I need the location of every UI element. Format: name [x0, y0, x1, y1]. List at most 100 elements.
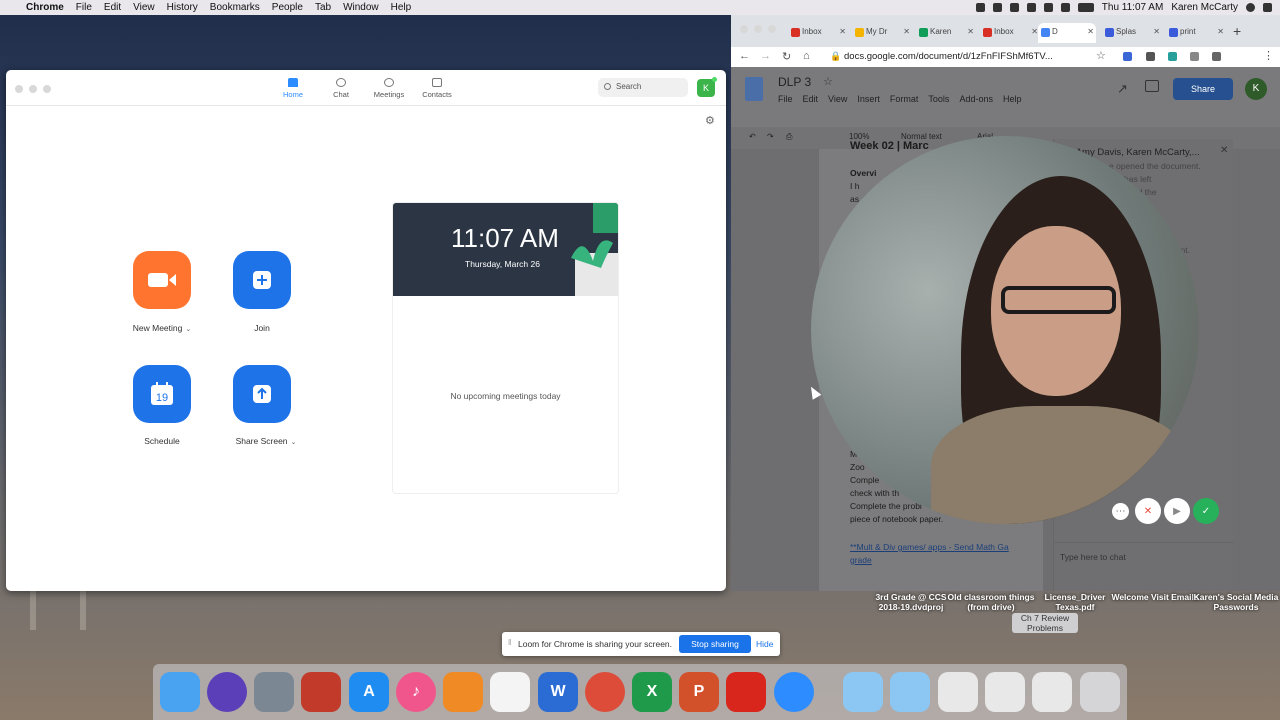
trash-icon[interactable] [1080, 672, 1120, 712]
tab-meetings[interactable]: Meetings [365, 78, 413, 99]
close-icon[interactable]: ✕ [1031, 27, 1038, 36]
maximize-window-button[interactable] [43, 85, 51, 93]
cancel-recording-button[interactable]: ✕ [1135, 498, 1161, 524]
status-icon[interactable] [992, 3, 1002, 12]
docs-menu-addons[interactable]: Add-ons [959, 94, 993, 104]
docs-menu-tools[interactable]: Tools [928, 94, 949, 104]
close-icon[interactable]: ✕ [903, 27, 910, 36]
tab-contacts[interactable]: Contacts [413, 78, 461, 99]
forward-icon[interactable]: → [760, 50, 771, 62]
menu-view[interactable]: View [133, 2, 155, 13]
menu-help[interactable]: Help [391, 2, 412, 13]
docs-logo-icon[interactable] [745, 77, 763, 101]
chat-input[interactable]: Type here to chat [1054, 542, 1234, 572]
docs-menu-view[interactable]: View [828, 94, 847, 104]
tab-home[interactable]: Home [269, 78, 317, 99]
share-button[interactable]: Share [1173, 78, 1233, 100]
microphone-icon[interactable] [975, 3, 985, 12]
battery-icon[interactable] [1077, 3, 1094, 12]
excel-icon[interactable]: X [632, 672, 672, 712]
chrome-icon[interactable] [585, 672, 625, 712]
menu-user[interactable]: Karen McCarty [1171, 2, 1238, 13]
photo-booth-icon[interactable] [301, 672, 341, 712]
extension-icon[interactable] [1123, 52, 1132, 61]
share-screen-button[interactable] [233, 365, 291, 423]
close-icon[interactable]: ✕ [1220, 145, 1228, 156]
schedule-button[interactable]: 19 [133, 365, 191, 423]
star-icon[interactable]: ☆ [1096, 49, 1106, 62]
new-tab-button[interactable]: + [1233, 23, 1241, 39]
new-meeting-button[interactable] [133, 251, 191, 309]
browser-tab[interactable]: Splas ✕ [1102, 23, 1162, 43]
webcam-bubble[interactable] [811, 136, 1199, 524]
file-icon[interactable] [985, 672, 1025, 712]
chevron-down-icon[interactable]: ⌄ [291, 439, 297, 446]
document-title[interactable]: DLP 3 [778, 75, 811, 89]
redo-icon[interactable]: ↷ [767, 132, 774, 141]
close-icon[interactable]: ✕ [1087, 27, 1094, 36]
browser-tab[interactable]: print ✕ [1166, 23, 1226, 43]
docs-menu-edit[interactable]: Edit [803, 94, 819, 104]
wifi-icon[interactable] [1060, 3, 1070, 12]
close-icon[interactable]: ✕ [967, 27, 974, 36]
close-window-button[interactable] [740, 25, 748, 33]
browser-tab[interactable]: Inbox ✕ [788, 23, 848, 43]
desktop-file[interactable]: Ch 7 Review Problems [1012, 613, 1078, 633]
extension-icon[interactable] [1212, 52, 1221, 61]
reload-icon[interactable]: ↻ [782, 50, 791, 63]
close-icon[interactable]: ✕ [1217, 27, 1224, 36]
desktop-file[interactable]: Welcome Visit Emails [1110, 592, 1200, 602]
menu-history[interactable]: History [167, 2, 198, 13]
close-window-button[interactable] [15, 85, 23, 93]
back-icon[interactable]: ← [739, 50, 750, 62]
more-menu-icon[interactable]: ⋮ [1263, 49, 1274, 62]
search-input[interactable]: Search [598, 78, 688, 97]
gear-icon[interactable]: ⚙ [705, 114, 715, 127]
itunes-icon[interactable]: ♪ [396, 672, 436, 712]
menu-app-name[interactable]: Chrome [26, 2, 64, 13]
documents-folder-icon[interactable] [890, 672, 930, 712]
pause-recording-button[interactable]: ▶ [1164, 498, 1190, 524]
extension-icon[interactable] [1168, 52, 1177, 61]
browser-tab[interactable]: Karen ✕ [916, 23, 976, 43]
join-button[interactable] [233, 251, 291, 309]
siri-icon[interactable] [207, 672, 247, 712]
docs-menu-help[interactable]: Help [1003, 94, 1022, 104]
doc-link[interactable]: **Mult & Div games/ apps - Send Math Ga [850, 541, 1009, 554]
browser-tab[interactable]: Inbox ✕ [980, 23, 1040, 43]
browser-tab-active[interactable]: D ✕ [1038, 23, 1096, 43]
finish-recording-button[interactable]: ✓ [1193, 498, 1219, 524]
menu-edit[interactable]: Edit [104, 2, 121, 13]
menu-window[interactable]: Window [343, 2, 379, 13]
extension-icon[interactable] [1146, 52, 1155, 61]
stop-sharing-button[interactable]: Stop sharing [679, 635, 751, 653]
menu-tab[interactable]: Tab [315, 2, 331, 13]
finder-icon[interactable] [160, 672, 200, 712]
minimize-window-button[interactable] [754, 25, 762, 33]
docs-menu-file[interactable]: File [778, 94, 793, 104]
dropbox-icon[interactable] [1009, 3, 1019, 12]
close-icon[interactable]: ✕ [1153, 27, 1160, 36]
file-icon[interactable] [938, 672, 978, 712]
close-icon[interactable]: ✕ [839, 27, 846, 36]
word-icon[interactable]: W [538, 672, 578, 712]
hide-button[interactable]: Hide [756, 639, 773, 649]
desktop-file[interactable]: Old classroom things (from drive) [946, 592, 1036, 612]
desktop-file[interactable]: Karen's Social Media Passwords [1193, 592, 1279, 612]
docs-menu-insert[interactable]: Insert [857, 94, 880, 104]
url-field[interactable]: 🔒 docs.google.com/document/d/1zFnFIFShMf6… [827, 49, 1087, 65]
desktop-file[interactable]: 3rd Grade @ CCS 2018-19.dvdproj [866, 592, 956, 612]
desktop-file[interactable]: License_Driver Texas.pdf [1030, 592, 1120, 612]
app-store-icon[interactable]: A [349, 672, 389, 712]
drag-handle-icon[interactable]: ‖ [508, 638, 511, 647]
minimize-window-button[interactable] [29, 85, 37, 93]
menu-bookmarks[interactable]: Bookmarks [210, 2, 260, 13]
doc-link[interactable]: grade [850, 554, 872, 567]
notification-center-icon[interactable] [1263, 3, 1272, 12]
launchpad-icon[interactable] [254, 672, 294, 712]
maximize-window-button[interactable] [768, 25, 776, 33]
ibooks-icon[interactable] [443, 672, 483, 712]
avatar[interactable]: K [697, 77, 717, 97]
home-icon[interactable]: ⌂ [803, 50, 810, 62]
file-icon[interactable] [1032, 672, 1072, 712]
